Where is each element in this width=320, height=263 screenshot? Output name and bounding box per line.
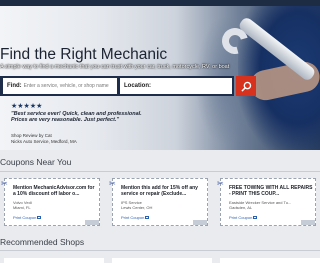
coupon-tag xyxy=(85,220,99,225)
print-coupon-link[interactable]: Print Coupon xyxy=(13,215,42,220)
recommended-shop-card[interactable] xyxy=(220,258,320,263)
coupon-tag xyxy=(301,220,315,225)
coupon-shop: Eastside Wrecker Service and Tu... Gadsd… xyxy=(229,200,291,210)
coupon-card[interactable]: ✂ FREE TOWING WITH ALL REPAIRS - PRINT T… xyxy=(217,178,316,226)
scissors-icon: ✂ xyxy=(109,179,116,188)
search-bar: Find: Location: xyxy=(0,76,234,96)
search-button[interactable] xyxy=(236,76,256,96)
coupon-shop: Volvo Vedi Miami, FL xyxy=(13,200,32,210)
recommended-divider xyxy=(0,250,320,251)
coupon-headline[interactable]: Mention MechanicAdvisor.com for a 10% di… xyxy=(13,185,97,197)
coupon-shop-city: Lewis Center, OH xyxy=(121,205,153,210)
hero-title: Find the Right Mechanic xyxy=(0,46,168,63)
coupons-section-title: Coupons Near You xyxy=(0,157,72,167)
coupon-tag xyxy=(193,220,207,225)
location-input[interactable] xyxy=(153,83,232,89)
coupon-headline[interactable]: FREE TOWING WITH ALL REPAIRS - PRINT THI… xyxy=(229,185,313,197)
print-coupon-link[interactable]: Print Coupon xyxy=(229,215,258,220)
location-field[interactable]: Location: xyxy=(120,78,232,94)
print-coupon-label[interactable]: Print Coupon xyxy=(121,215,144,220)
scissors-icon: ✂ xyxy=(1,179,8,188)
coupon-shop: IPS Service Lewis Center, OH xyxy=(121,200,152,210)
print-coupon-link[interactable]: Print Coupon xyxy=(121,215,150,220)
review-stars: ★★★★★ xyxy=(11,103,43,110)
find-label: Find: xyxy=(7,83,22,89)
review-attribution: Shop Review by Cat Nicks Auto Service, M… xyxy=(11,133,77,145)
find-field[interactable]: Find: xyxy=(3,78,117,94)
print-coupon-label[interactable]: Print Coupon xyxy=(13,215,36,220)
printer-icon xyxy=(145,216,150,220)
coupon-shop-city: Gadsden, AL xyxy=(229,205,253,210)
print-coupon-label[interactable]: Print Coupon xyxy=(229,215,252,220)
printer-icon xyxy=(253,216,258,220)
scissors-icon: ✂ xyxy=(217,179,224,188)
coupon-shop-city: Miami, FL xyxy=(13,205,31,210)
coupon-headline[interactable]: Mention this add for 15% off any service… xyxy=(121,185,205,197)
recommended-section-title: Recommended Shops xyxy=(0,237,85,247)
reviewed-shop[interactable]: Nicks Auto Service, Medford, MA xyxy=(11,139,77,145)
coupon-card[interactable]: ✂ Mention MechanicAdvisor.com for a 10% … xyxy=(1,178,100,226)
search-icon xyxy=(241,81,251,91)
recommended-shop-card[interactable] xyxy=(112,258,212,263)
recommended-shop-card[interactable] xyxy=(4,258,104,263)
coupons-divider xyxy=(0,171,320,172)
find-input[interactable] xyxy=(23,83,117,89)
printer-icon xyxy=(37,216,42,220)
hero-subtitle: A simple way to find a mechanic that you… xyxy=(0,64,230,70)
hero-banner: Find the Right Mechanic A simple way to … xyxy=(0,6,320,150)
location-label: Location: xyxy=(124,83,151,89)
review-quote: "Best service ever! Quick, clean and pro… xyxy=(11,111,142,124)
coupon-card[interactable]: ✂ Mention this add for 15% off any servi… xyxy=(109,178,208,226)
